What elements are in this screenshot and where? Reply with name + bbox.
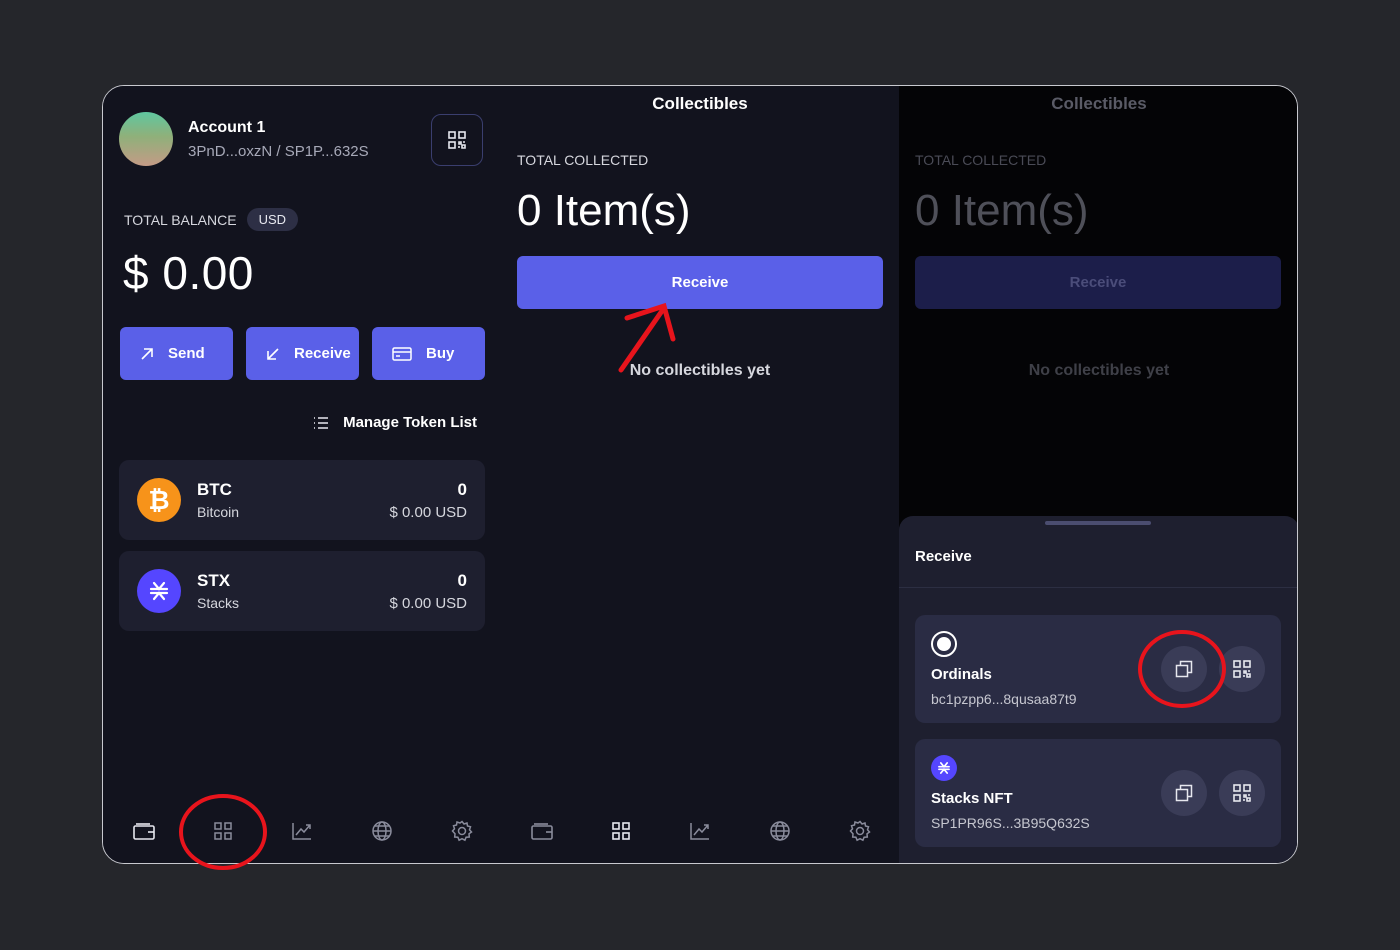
- total-balance-label: TOTAL BALANCE USD: [124, 208, 299, 231]
- token-symbol: STX: [197, 571, 231, 590]
- avatar: [119, 112, 173, 166]
- copy-icon: [1175, 784, 1193, 802]
- receive-bottom-sheet: Receive Ordinals bc1pzpp6...8qusaa87t9 S…: [899, 516, 1297, 863]
- total-collected-value: 0 Item(s): [915, 186, 1089, 235]
- show-qr-button[interactable]: [1219, 770, 1265, 816]
- stacks-icon: [137, 569, 181, 613]
- copy-address-button[interactable]: [1161, 646, 1207, 692]
- arrow-down-left-icon: [267, 347, 279, 360]
- globe-icon: [372, 821, 392, 841]
- nav-explore[interactable]: [370, 819, 394, 843]
- total-collected-label: TOTAL COLLECTED: [517, 152, 649, 168]
- token-name: Bitcoin: [197, 504, 240, 520]
- wallet-icon: [531, 823, 553, 840]
- receive-collectibles-button[interactable]: Receive: [517, 256, 883, 309]
- stacks-icon: [931, 755, 957, 781]
- nav-settings[interactable]: [848, 819, 872, 843]
- option-name: Ordinals: [931, 666, 992, 683]
- nav-wallet[interactable]: [530, 819, 554, 843]
- receive-option-ordinals: Ordinals bc1pzpp6...8qusaa87t9: [915, 615, 1281, 723]
- empty-state-text: No collectibles yet: [629, 362, 771, 379]
- token-amount: 0: [457, 571, 467, 590]
- token-usd-value: $ 0.00 USD: [389, 595, 467, 612]
- settings-gear-icon: [849, 820, 871, 842]
- page-title: Collectibles: [652, 94, 748, 113]
- credit-card-icon: [392, 346, 412, 361]
- qr-code-icon: [1233, 660, 1251, 678]
- nav-collectibles[interactable]: [211, 819, 235, 843]
- qr-code-icon: [1233, 784, 1251, 802]
- receive-button[interactable]: Receive: [246, 327, 359, 380]
- arrow-up-right-icon: [141, 347, 153, 360]
- chart-icon: [690, 823, 709, 840]
- token-row-btc[interactable]: ₿ BTC Bitcoin 0 $ 0.00 USD: [119, 460, 485, 540]
- nav-collectibles[interactable]: [609, 819, 633, 843]
- send-button[interactable]: Send: [120, 327, 233, 380]
- dashboard-panel: Account 1 3PnD...oxzN / SP1P...632S TOTA…: [103, 86, 501, 863]
- token-amount: 0: [457, 480, 467, 499]
- nav-stacking[interactable]: [688, 819, 712, 843]
- account-name: Account 1: [188, 118, 266, 136]
- bitcoin-icon: ₿: [137, 478, 181, 522]
- sheet-title: Receive: [915, 548, 972, 565]
- receive-option-stacks-nft: Stacks NFT SP1PR96S...3B95Q632S: [915, 739, 1281, 847]
- nav-stacking[interactable]: [290, 819, 314, 843]
- option-name: Stacks NFT: [931, 790, 1013, 807]
- token-name: Stacks: [197, 595, 240, 611]
- show-qr-button[interactable]: [1219, 646, 1265, 692]
- bottom-nav: [501, 813, 899, 849]
- qr-code-icon: [448, 131, 466, 149]
- collectibles-grid-icon: [214, 822, 232, 840]
- action-buttons: Send Receive Buy: [120, 327, 485, 380]
- receive-sheet-panel: Collectibles TOTAL COLLECTED 0 Item(s) R…: [899, 86, 1297, 863]
- empty-state-text: No collectibles yet: [1028, 362, 1170, 379]
- token-symbol: BTC: [197, 480, 232, 499]
- wallet-icon: [133, 823, 155, 840]
- list-icon: [314, 416, 329, 429]
- divider: [899, 587, 1297, 588]
- collectibles-panel: Collectibles TOTAL COLLECTED 0 Item(s) R…: [501, 86, 899, 863]
- nav-explore[interactable]: [768, 819, 792, 843]
- account-header[interactable]: Account 1 3PnD...oxzN / SP1P...632S: [119, 112, 369, 166]
- qr-code-button[interactable]: [431, 114, 483, 166]
- manage-token-list-button[interactable]: Manage Token List: [313, 414, 477, 431]
- option-address: bc1pzpp6...8qusaa87t9: [931, 691, 1077, 707]
- total-collected-label: TOTAL COLLECTED: [915, 152, 1047, 168]
- nav-settings[interactable]: [450, 819, 474, 843]
- globe-icon: [770, 821, 790, 841]
- settings-gear-icon: [451, 820, 473, 842]
- account-address: 3PnD...oxzN / SP1P...632S: [188, 142, 369, 160]
- total-balance-value: $ 0.00: [123, 247, 254, 299]
- sheet-drag-handle[interactable]: [1045, 521, 1151, 525]
- bottom-nav: [103, 813, 501, 849]
- page-title: Collectibles: [1051, 94, 1147, 113]
- ordinals-icon: [931, 631, 957, 657]
- nav-wallet[interactable]: [132, 819, 156, 843]
- wallet-screens-frame: Account 1 3PnD...oxzN / SP1P...632S TOTA…: [102, 85, 1298, 864]
- total-collected-value: 0 Item(s): [517, 186, 691, 235]
- token-usd-value: $ 0.00 USD: [389, 504, 467, 521]
- token-row-stx[interactable]: STX Stacks 0 $ 0.00 USD: [119, 551, 485, 631]
- option-address: SP1PR96S...3B95Q632S: [931, 815, 1090, 831]
- receive-collectibles-button: Receive: [915, 256, 1281, 309]
- currency-badge[interactable]: USD: [246, 208, 299, 231]
- buy-button[interactable]: Buy: [372, 327, 485, 380]
- copy-address-button[interactable]: [1161, 770, 1207, 816]
- copy-icon: [1175, 660, 1193, 678]
- collectibles-grid-icon: [612, 822, 630, 840]
- chart-icon: [292, 823, 311, 840]
